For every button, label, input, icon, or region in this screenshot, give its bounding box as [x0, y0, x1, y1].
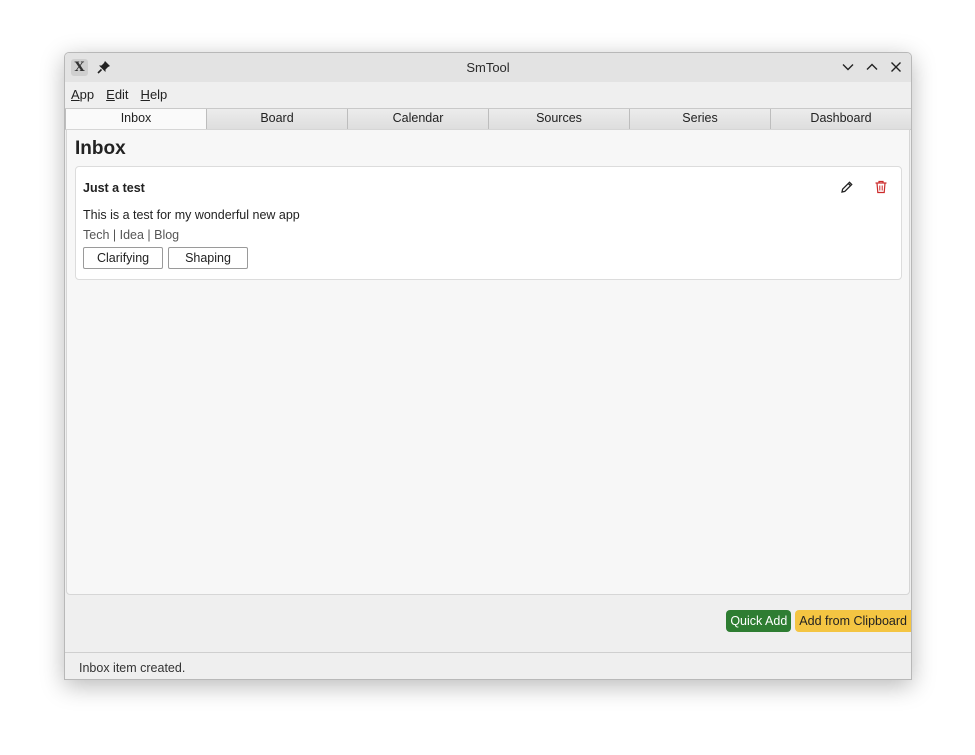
window-controls [839, 58, 905, 76]
item-description: This is a test for my wonderful new app [83, 208, 300, 222]
menu-help[interactable]: Help [141, 87, 168, 102]
item-status-buttons: Clarifying Shaping [83, 247, 248, 269]
title-bar[interactable]: X SmTool [65, 53, 911, 82]
tab-dashboard[interactable]: Dashboard [771, 109, 911, 129]
tab-series[interactable]: Series [630, 109, 771, 129]
tab-calendar[interactable]: Calendar [348, 109, 489, 129]
edit-icon[interactable] [839, 179, 855, 195]
quick-add-button[interactable]: Quick Add [726, 610, 792, 632]
tab-board[interactable]: Board [207, 109, 348, 129]
status-message: Inbox item created. [79, 661, 186, 675]
inbox-item-card: Just a test This is a test for my wonder… [75, 166, 902, 280]
inbox-panel: Inbox Just a test This is a test for my … [66, 129, 910, 595]
delete-icon[interactable] [873, 179, 889, 195]
menu-app[interactable]: App [71, 87, 94, 102]
item-title: Just a test [83, 181, 145, 195]
item-actions [839, 179, 889, 195]
clarifying-button[interactable]: Clarifying [83, 247, 163, 269]
tab-sources[interactable]: Sources [489, 109, 630, 129]
app-window: X SmTool App Edit Help Inbox Board Calen… [64, 52, 912, 680]
menu-edit[interactable]: Edit [106, 87, 128, 102]
shaping-button[interactable]: Shaping [168, 247, 248, 269]
maximize-icon[interactable] [863, 58, 881, 76]
minimize-icon[interactable] [839, 58, 857, 76]
window-title: SmTool [466, 60, 510, 75]
add-from-clipboard-button[interactable]: Add from Clipboard [795, 610, 911, 632]
item-tags: Tech | Idea | Blog [83, 228, 180, 242]
menu-bar: App Edit Help [65, 82, 911, 106]
page-title: Inbox [75, 138, 126, 159]
tab-bar: Inbox Board Calendar Sources Series Dash… [65, 108, 911, 130]
close-icon[interactable] [887, 58, 905, 76]
status-bar: Inbox item created. [65, 652, 911, 679]
bottom-actions: Quick Add Add from Clipboard [726, 610, 911, 632]
tab-inbox[interactable]: Inbox [65, 109, 207, 129]
